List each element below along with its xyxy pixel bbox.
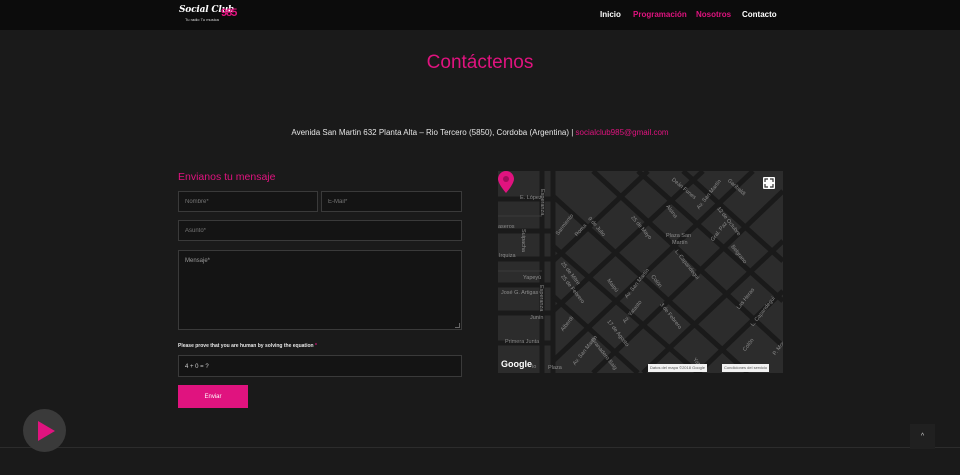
captcha-equation: 4 + 0 = ? [185,364,209,370]
map-label: Martín [672,240,688,246]
map[interactable]: Deán Funes Av. San Martín Garibaldi E. L… [498,171,783,373]
scroll-top-button[interactable]: ^ [910,424,935,449]
nav-item-contacto[interactable]: Contacto [742,10,777,19]
radio-play-button[interactable] [23,409,66,452]
captcha-required-mark: * [314,343,317,349]
map-label: Irquiza [499,253,516,259]
fullscreen-button[interactable] [763,177,775,189]
email-field[interactable] [321,191,462,212]
map-label: Esperanza [538,285,544,312]
form-title: Envianos tu mensaje [178,171,276,183]
map-pin-icon[interactable] [498,171,514,193]
logo-number: 985 [221,7,237,19]
captcha-field[interactable]: 4 + 0 = ? [178,355,462,377]
site-header: Social Club Tu radio Tu musica 985 Inici… [0,0,960,30]
play-icon [38,421,55,441]
map-label: io [532,364,537,370]
nav-item-inicio[interactable]: Inicio [600,10,621,19]
address-text: Avenida San Martin 632 Planta Alta – Rio… [291,128,576,137]
map-label: Plaza San [666,233,692,239]
page-title: Contáctenos [426,52,534,73]
nav-item-nosotros[interactable]: Nosotros [696,10,731,19]
email-link[interactable]: socialclub985@gmail.com [576,128,669,137]
map-label: Yapeyú [523,275,542,281]
google-logo: Google [501,359,532,369]
map-label: José G. Artigas [501,290,539,296]
site-logo[interactable]: Social Club Tu radio Tu musica 985 [179,5,241,25]
map-label: Plaza [548,365,562,371]
map-terms-link[interactable]: Condiciones del servicio [722,364,770,372]
subject-field[interactable] [178,220,462,241]
map-label: Suipacha [520,229,526,252]
resize-handle[interactable] [455,323,460,328]
map-label: Esperanza [539,189,545,216]
footer-divider [0,447,960,448]
message-placeholder: Mensaje* [185,258,211,264]
map-label: aseros [498,224,515,230]
contact-address: Avenida San Martin 632 Planta Alta – Rio… [0,128,960,137]
captcha-label-text: Please prove that you are human by solvi… [178,343,314,349]
send-button[interactable]: Enviar [178,385,248,408]
map-label: Junín [530,315,544,321]
captcha-label: Please prove that you are human by solvi… [178,343,317,349]
map-data-notice[interactable]: Datos del mapa ©2018 Google [648,364,707,372]
name-field[interactable] [178,191,318,212]
logo-subtitle: Tu radio Tu musica [185,17,219,22]
message-field[interactable]: Mensaje* [178,250,462,330]
fullscreen-icon [764,178,774,188]
nav-item-programacion[interactable]: Programación [633,10,687,19]
map-label: Primera Junta [505,339,540,345]
